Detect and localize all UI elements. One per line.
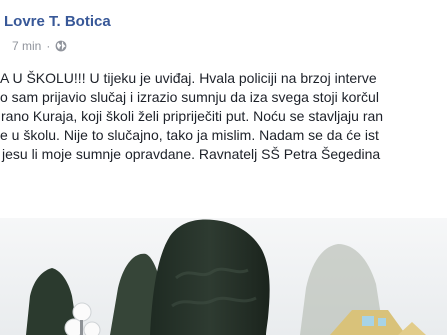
post-text-line: e u školu. Nije to slučajno, tako ja mis… — [0, 127, 379, 143]
meta-separator: · — [46, 39, 51, 53]
post-meta: 7 min · — [12, 39, 67, 53]
post-photo[interactable] — [0, 218, 447, 335]
post-text-line: o sam prijavio slučaj i izrazio sumnju d… — [0, 89, 379, 105]
post-author-name[interactable]: Lovre T. Botica — [4, 13, 111, 30]
post-text-line: rano Kuraja, koji školi želi pripriječit… — [1, 108, 384, 124]
photo-lamp-globe — [72, 302, 92, 322]
post-body-text: A U ŠKOLU!!! U tijeku je uviđaj. Hvala p… — [0, 69, 447, 164]
photo-lamp-globe — [83, 321, 101, 335]
facebook-post: Lovre T. Botica 7 min · A U ŠKOLU!!! U t… — [0, 0, 447, 335]
post-text-line: jesu li moje sumnje opravdane. Ravnatelj… — [2, 146, 381, 162]
post-timestamp[interactable]: 7 min — [12, 39, 41, 53]
post-text-line: A U ŠKOLU!!! U tijeku je uviđaj. Hvala p… — [0, 70, 377, 86]
globe-icon[interactable] — [55, 40, 67, 52]
